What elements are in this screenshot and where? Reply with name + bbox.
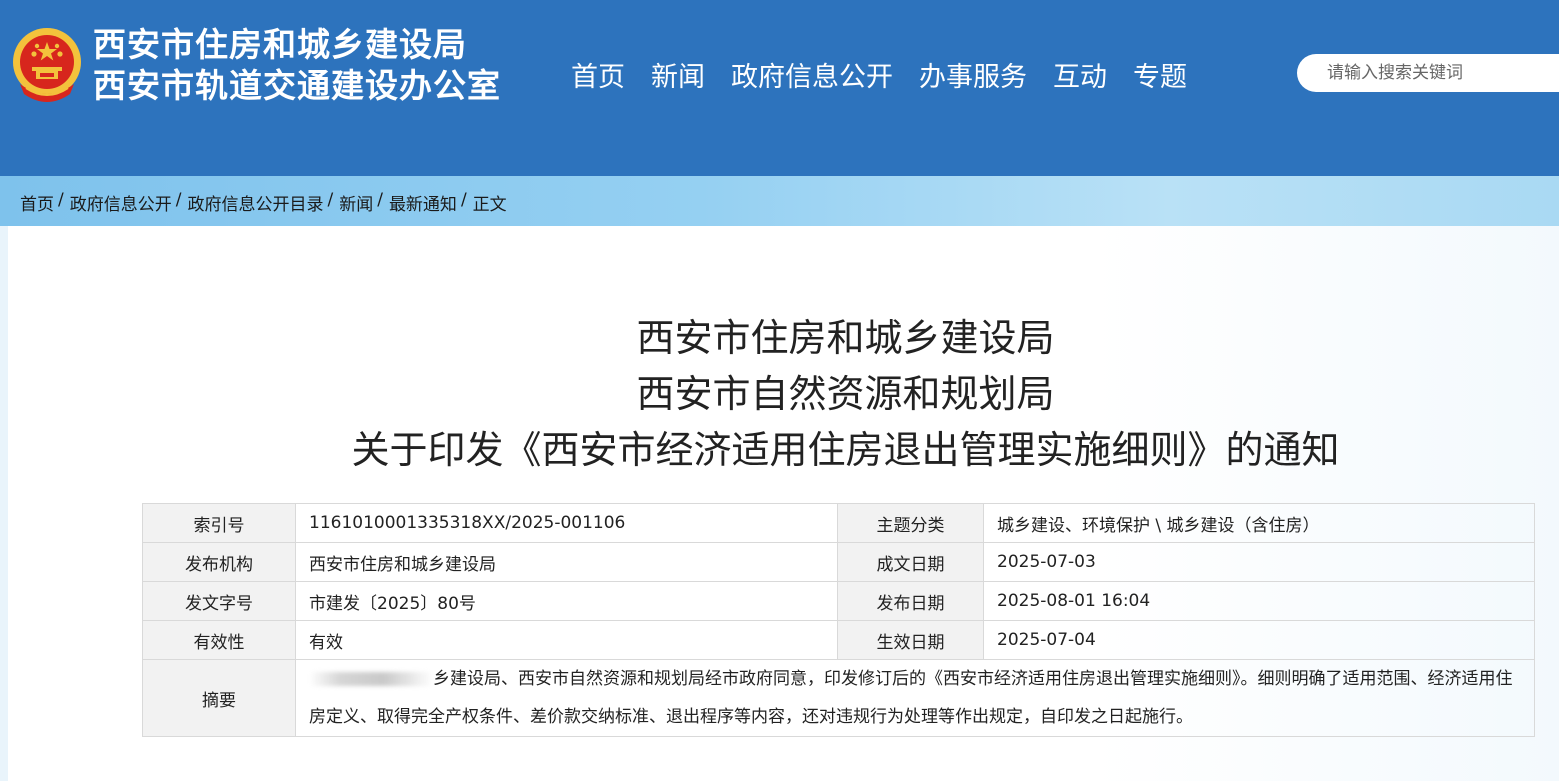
breadcrumb-gov-info[interactable]: 政府信息公开 bbox=[70, 190, 172, 215]
search-input[interactable] bbox=[1325, 62, 1549, 84]
redacted-text-blur bbox=[309, 672, 433, 686]
summary-cell: 乡建设局、西安市自然资源和规划局经市政府同意，印发修订后的《西安市经济适用住房退… bbox=[295, 659, 1535, 737]
index-no-label: 索引号 bbox=[142, 503, 296, 543]
breadcrumb-current: 正文 bbox=[472, 195, 507, 215]
site-header: 西安市住房和城乡建设局 西安市轨道交通建设办公室 首页 新闻 政府信息公开 办事… bbox=[0, 0, 1559, 176]
nav-item-interaction[interactable]: 互动 bbox=[1053, 58, 1107, 98]
topic-label: 主题分类 bbox=[837, 503, 984, 543]
breadcrumb-separator: / bbox=[377, 190, 383, 210]
table-row: 索引号 1161010001335318XX/2025-001106 主题分类 … bbox=[142, 503, 1535, 543]
table-row: 发文字号 市建发〔2025〕80号 发布日期 2025-08-01 16:04 bbox=[142, 581, 1535, 621]
breadcrumb-separator: / bbox=[58, 190, 64, 210]
effective-date-value: 2025-07-04 bbox=[983, 620, 1535, 660]
nav-item-home[interactable]: 首页 bbox=[571, 58, 625, 98]
breadcrumb-latest-notice[interactable]: 最新通知 bbox=[389, 190, 457, 215]
article-title-line2: 西安市自然资源和规划局 bbox=[636, 372, 1055, 416]
metadata-table: 索引号 1161010001335318XX/2025-001106 主题分类 … bbox=[142, 503, 1535, 737]
article-title-line3: 关于印发《西安市经济适用住房退出管理实施细则》的通知 bbox=[351, 428, 1340, 472]
breadcrumb-gov-info-catalog[interactable]: 政府信息公开目录 bbox=[187, 190, 323, 215]
breadcrumb-bar: 首页 / 政府信息公开 / 政府信息公开目录 / 新闻 / 最新通知 / 正文 bbox=[0, 176, 1559, 226]
site-name-line2: 西安市轨道交通建设办公室 bbox=[93, 66, 501, 105]
search-box bbox=[1297, 54, 1559, 92]
validity-value: 有效 bbox=[295, 620, 838, 660]
breadcrumb-separator: / bbox=[327, 190, 334, 210]
effective-date-label: 生效日期 bbox=[837, 620, 984, 660]
summary-label: 摘要 bbox=[142, 659, 296, 737]
validity-label: 有效性 bbox=[142, 620, 296, 660]
article-content: 西安市住房和城乡建设局 西安市自然资源和规划局 关于印发《西安市经济适用住房退出… bbox=[8, 226, 1559, 781]
breadcrumb-news[interactable]: 新闻 bbox=[339, 190, 373, 215]
breadcrumb-separator: / bbox=[175, 190, 182, 210]
written-date-label: 成文日期 bbox=[837, 542, 984, 582]
issuer-label: 发布机构 bbox=[142, 542, 296, 582]
table-row: 发布机构 西安市住房和城乡建设局 成文日期 2025-07-03 bbox=[142, 542, 1535, 582]
issuer-value: 西安市住房和城乡建设局 bbox=[295, 542, 838, 582]
publish-date-value: 2025-08-01 16:04 bbox=[983, 581, 1535, 621]
nav-item-news[interactable]: 新闻 bbox=[651, 58, 705, 98]
article-title-line1: 西安市住房和城乡建设局 bbox=[636, 316, 1055, 360]
nav-item-gov-info[interactable]: 政府信息公开 bbox=[731, 58, 893, 98]
publish-date-label: 发布日期 bbox=[837, 581, 984, 621]
index-no-value: 1161010001335318XX/2025-001106 bbox=[295, 503, 838, 543]
topic-value: 城乡建设、环境保护 \ 城乡建设（含住房） bbox=[983, 503, 1535, 543]
breadcrumb: 首页 / 政府信息公开 / 政府信息公开目录 / 新闻 / 最新通知 / 正文 bbox=[20, 190, 507, 215]
breadcrumb-home[interactable]: 首页 bbox=[20, 190, 54, 215]
doc-no-label: 发文字号 bbox=[142, 581, 296, 621]
written-date-value: 2025-07-03 bbox=[983, 542, 1535, 582]
summary-value: 乡建设局、西安市自然资源和规划局经市政府同意，印发修订后的《西安市经济适用住房退… bbox=[309, 669, 1513, 727]
table-row: 有效性 有效 生效日期 2025-07-04 bbox=[142, 620, 1535, 660]
main-nav: 首页 新闻 政府信息公开 办事服务 互动 专题 bbox=[571, 58, 1213, 98]
site-name[interactable]: 西安市住房和城乡建设局 西安市轨道交通建设办公室 bbox=[93, 24, 501, 106]
site-name-line1: 西安市住房和城乡建设局 bbox=[93, 25, 467, 64]
national-emblem-icon[interactable] bbox=[10, 24, 84, 108]
nav-item-services[interactable]: 办事服务 bbox=[919, 58, 1027, 98]
doc-no-value: 市建发〔2025〕80号 bbox=[295, 581, 838, 621]
breadcrumb-separator: / bbox=[460, 190, 467, 210]
table-row: 摘要 乡建设局、西安市自然资源和规划局经市政府同意，印发修订后的《西安市经济适用… bbox=[142, 659, 1535, 737]
article-title: 西安市住房和城乡建设局 西安市自然资源和规划局 关于印发《西安市经济适用住房退出… bbox=[8, 310, 1559, 478]
nav-item-topics[interactable]: 专题 bbox=[1133, 58, 1187, 98]
